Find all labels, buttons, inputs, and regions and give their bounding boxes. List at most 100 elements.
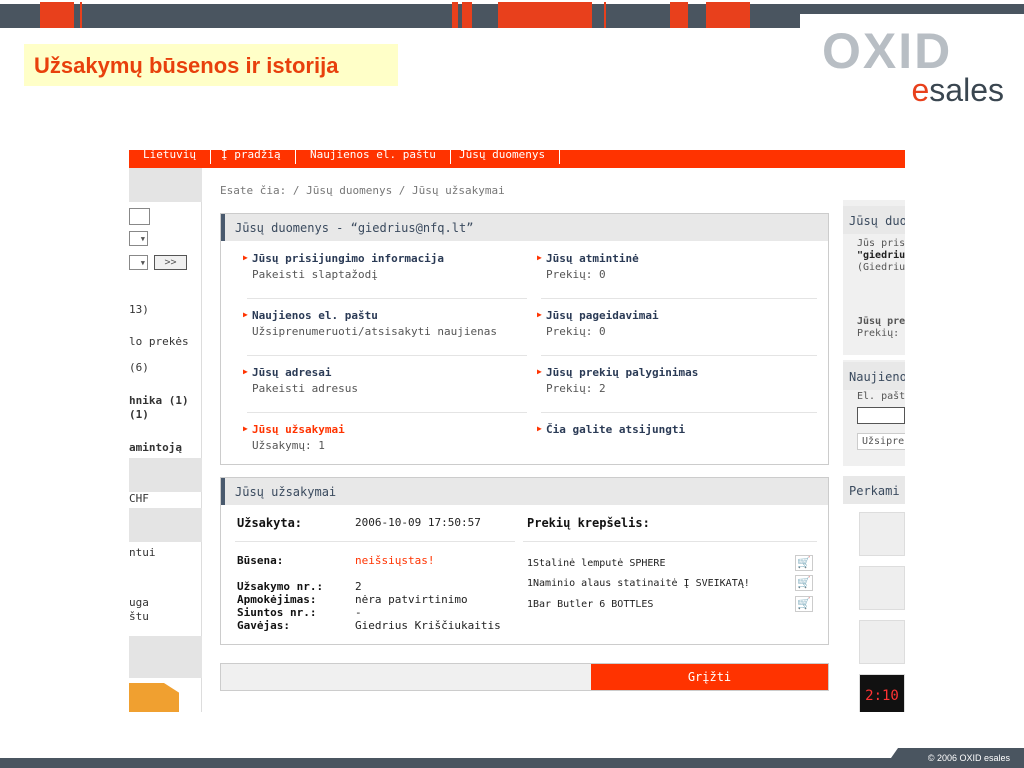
sidebar-section-header — [129, 168, 202, 202]
sidebar-section-header — [129, 508, 202, 542]
account-link-wishlist[interactable]: ▶ Jūsų pageidavimai Prekių: 0 — [537, 309, 826, 338]
account-link-logout[interactable]: ▶ Čia galite atsijungti — [537, 423, 826, 436]
nav-item-language[interactable]: Lietuvių — [129, 150, 211, 164]
recipient-value: Giedrius Kriščiukaitis — [355, 619, 501, 632]
product-thumbnail[interactable] — [859, 512, 905, 556]
back-button[interactable]: Grįžti — [591, 664, 828, 690]
info-link[interactable]: ntui — [129, 546, 156, 559]
account-summary-text: "giedriu — [857, 250, 905, 261]
order-product-item[interactable]: 1Naminio alaus statinaitė Į SVEIKATĄ! — [527, 578, 750, 589]
shop-screenshot: Lietuvių Į pradžią Naujienos el. paštu J… — [129, 150, 905, 712]
sort-select[interactable]: ▼ — [129, 231, 148, 246]
link-title[interactable]: Jūsų prekių palyginimas — [546, 366, 826, 379]
link-subtitle: Pakeisti adresus — [252, 382, 358, 395]
account-summary-text: (Giedriu — [857, 262, 905, 273]
account-link-compare[interactable]: ▶ Jūsų prekių palyginimas Prekių: 2 — [537, 366, 826, 395]
divider — [235, 541, 515, 542]
link-title[interactable]: Jūsų užsakymai — [252, 423, 532, 436]
link-title[interactable]: Čia galite atsijungti — [546, 423, 826, 436]
order-product-item[interactable]: 1Stalinė lemputė SPHERE — [527, 558, 665, 569]
link-title[interactable]: Jūsų atmintinė — [546, 252, 826, 265]
nav-item-home[interactable]: Į pradžią — [207, 150, 296, 164]
link-title[interactable]: Jūsų prisijungimo informacija — [252, 252, 532, 265]
slide-footer-bar — [0, 758, 1024, 768]
currency-item[interactable]: CHF — [129, 492, 149, 505]
arrow-icon: ▶ — [243, 367, 248, 376]
shipment-value: - — [355, 606, 362, 619]
manufacturer-link[interactable]: amintoją — [129, 441, 182, 454]
top-stripe — [670, 2, 688, 28]
account-link-noticelist[interactable]: ▶ Jūsų atmintinė Prekių: 0 — [537, 252, 826, 281]
newsletter-heading: Naujieno — [843, 362, 905, 390]
oxid-logo: OXID esales — [822, 23, 1006, 108]
shipment-label: Siuntos nr.: — [237, 606, 317, 619]
go-button[interactable]: >> — [154, 255, 187, 270]
bestsellers-heading: Perkami — [843, 476, 905, 504]
top-bar-dark-right — [780, 4, 1024, 14]
top-stripe — [40, 2, 74, 28]
promo-banner-icon[interactable] — [129, 683, 179, 712]
search-input[interactable] — [129, 208, 150, 225]
ordered-value: 2006-10-09 17:50:57 — [355, 516, 481, 529]
account-link-newsletter[interactable]: ▶ Naujienos el. paštu Užsiprenumeruoti/a… — [243, 309, 532, 338]
order-product-item[interactable]: 1Bar Butler 6 BOTTLES — [527, 599, 653, 610]
link-subtitle: Pakeisti slaptažodį — [252, 268, 378, 281]
cart-icon[interactable]: 🛒 — [795, 596, 813, 612]
link-subtitle: Užsakymų: 1 — [252, 439, 325, 452]
arrow-icon: ▶ — [243, 253, 248, 262]
divider — [247, 298, 527, 299]
product-thumbnail[interactable]: 2:10 — [859, 674, 905, 712]
arrow-icon: ▶ — [537, 424, 542, 433]
top-stripe — [706, 2, 750, 28]
nav-item-newsletter[interactable]: Naujienos el. paštu — [296, 150, 451, 164]
divider — [247, 412, 527, 413]
category-count[interactable]: 13) — [129, 303, 149, 316]
account-link-orders[interactable]: ▶ Jūsų užsakymai Užsakymų: 1 — [243, 423, 532, 452]
nav-item-account[interactable]: Jūsų duomenys — [445, 150, 561, 164]
recipient-label: Gavėjas: — [237, 619, 290, 632]
order-number-value: 2 — [355, 580, 362, 593]
logo-oxid-text: OXID — [822, 23, 953, 79]
category-item[interactable]: hnika (1) — [129, 394, 189, 407]
category-item[interactable]: lo prekės — [129, 335, 189, 348]
cart-icon[interactable]: 🛒 — [795, 555, 813, 571]
account-link-addresses[interactable]: ▶ Jūsų adresai Pakeisti adresus — [243, 366, 532, 395]
logo-esales-text: esales — [911, 72, 1005, 108]
link-title[interactable]: Jūsų pageidavimai — [546, 309, 826, 322]
link-subtitle: Prekių: 0 — [546, 268, 606, 281]
link-title[interactable]: Naujienos el. paštu — [252, 309, 532, 322]
product-thumbnail[interactable] — [859, 620, 905, 664]
account-link-login[interactable]: ▶ Jūsų prisijungimo informacija Pakeisti… — [243, 252, 532, 281]
account-summary-heading: Jūsų duo — [843, 206, 905, 234]
arrow-icon: ▶ — [243, 310, 248, 319]
chevron-down-icon: ▼ — [140, 235, 145, 243]
top-stripe — [462, 2, 472, 28]
top-stripe-line — [80, 2, 82, 28]
top-navigation: Lietuvių Į pradžią Naujienos el. paštu J… — [129, 150, 905, 168]
payment-label: Apmokėjimas: — [237, 593, 317, 606]
page-size-select[interactable]: ▼ — [129, 255, 148, 270]
arrow-icon: ▶ — [537, 310, 542, 319]
order-number-label: Užsakymo nr.: — [237, 580, 324, 593]
newsletter-label: El. pašto — [857, 391, 905, 402]
link-subtitle: Prekių: 2 — [546, 382, 606, 395]
basket-label: Prekių krepšelis: — [527, 516, 650, 530]
sidebar-section-header — [129, 636, 202, 678]
arrow-icon: ▶ — [537, 253, 542, 262]
slide-title: Užsakymų būsenos ir istorija — [24, 44, 398, 86]
cart-icon[interactable]: 🛒 — [795, 575, 813, 591]
info-link[interactable]: uga — [129, 596, 149, 609]
product-thumbnail[interactable] — [859, 566, 905, 610]
top-stripe — [498, 2, 592, 28]
newsletter-subscribe-button[interactable]: Užsipre — [857, 433, 905, 450]
info-link[interactable]: štu — [129, 610, 149, 623]
divider — [247, 355, 527, 356]
divider — [541, 412, 817, 413]
link-title[interactable]: Jūsų adresai — [252, 366, 532, 379]
account-summary-text: Jūs prisi — [857, 238, 905, 249]
category-count[interactable]: (6) — [129, 361, 149, 374]
status-label: Būsena: — [237, 554, 284, 567]
category-count[interactable]: (1) — [129, 408, 149, 421]
newsletter-email-input[interactable] — [857, 407, 905, 424]
ordered-label: Užsakyta: — [237, 516, 303, 530]
